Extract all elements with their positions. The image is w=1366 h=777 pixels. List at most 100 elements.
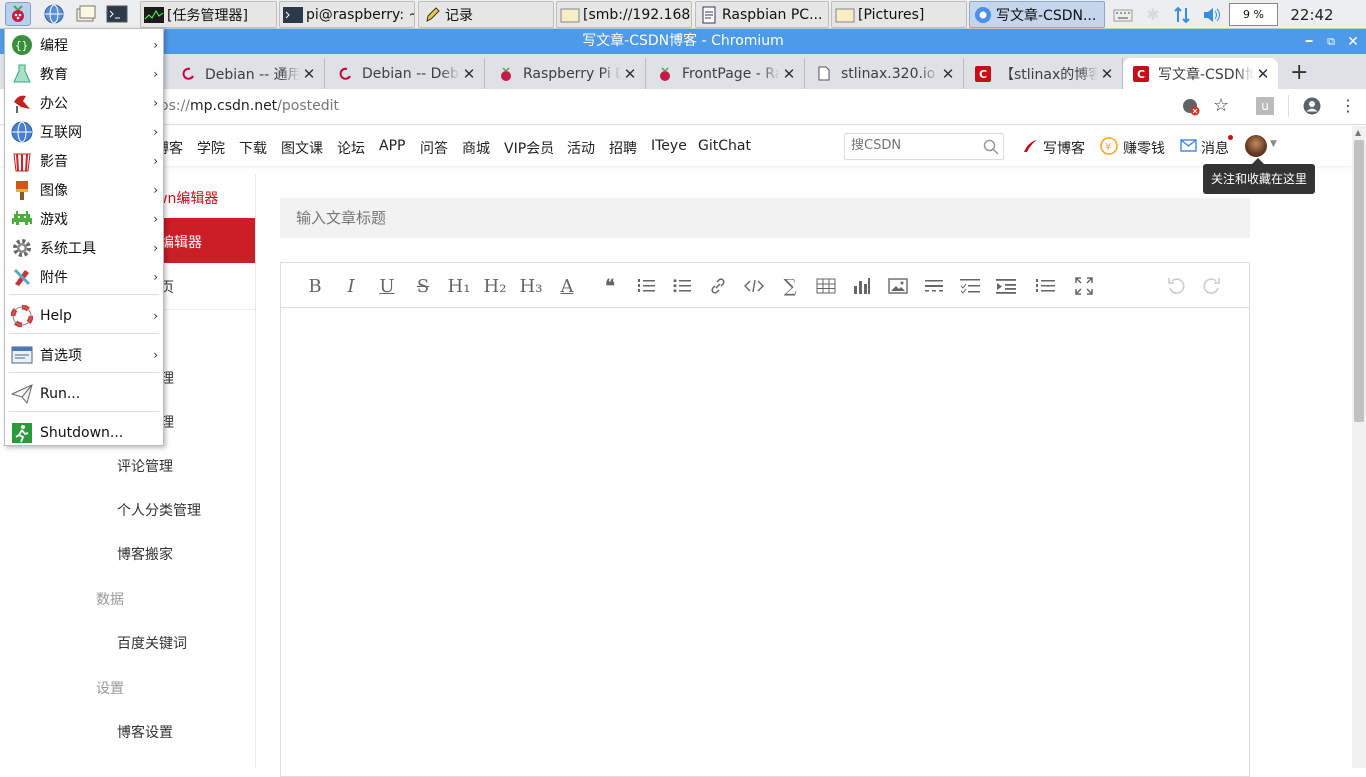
close-tab-icon[interactable]: ✕	[1098, 65, 1116, 83]
tab-debian-general[interactable]: Debian -- 通用操作系统 ✕	[170, 58, 325, 89]
profile-icon[interactable]	[1303, 97, 1321, 119]
new-tab-button[interactable]: +	[1290, 60, 1308, 85]
minimize-icon[interactable]: ━	[1298, 29, 1320, 54]
nav-app[interactable]: APP	[379, 138, 405, 154]
extension-icon[interactable]: u	[1256, 97, 1274, 115]
toc-icon[interactable]	[1034, 275, 1056, 297]
tab-raspberry-docs[interactable]: Raspberry Pi Documentation ✕	[488, 58, 646, 89]
ordered-list-icon[interactable]	[635, 275, 657, 297]
close-window-icon[interactable]: ✕	[1342, 29, 1364, 54]
underline-icon[interactable]: U	[376, 275, 398, 297]
chevron-down-icon[interactable]: ▼	[1270, 139, 1277, 149]
bookmark-star-icon[interactable]: ☆	[1213, 95, 1229, 116]
close-tab-icon[interactable]: ✕	[939, 65, 957, 83]
fullscreen-icon[interactable]	[1073, 275, 1095, 297]
checklist-icon[interactable]	[959, 275, 981, 297]
keyboard-icon[interactable]	[1111, 0, 1135, 29]
clock[interactable]: 22:42	[1284, 0, 1340, 29]
nav-download[interactable]: 下载	[239, 138, 267, 158]
nav-vip[interactable]: VIP会员	[504, 138, 554, 158]
menu-item-accessories[interactable]: 附件 ›	[5, 262, 163, 291]
close-tab-icon[interactable]: ✕	[621, 65, 639, 83]
menu-item-shutdown[interactable]: Shutdown...	[5, 418, 163, 447]
search-icon[interactable]	[983, 139, 999, 155]
menu-item-run[interactable]: Run...	[5, 379, 163, 408]
undo-icon[interactable]	[1165, 275, 1187, 297]
browser-launcher[interactable]	[41, 2, 67, 26]
heading-3-icon[interactable]: H₃	[520, 275, 543, 297]
menu-item-games[interactable]: 游戏 ›	[5, 204, 163, 233]
tab-stlinax-io[interactable]: stlinax.320.io ✕	[806, 58, 964, 89]
strikethrough-icon[interactable]: S	[412, 275, 434, 297]
task-notes[interactable]: 记录	[418, 1, 554, 28]
nav-gitchat[interactable]: GitChat	[698, 138, 751, 154]
scroll-up-arrow-icon[interactable]: ▲	[1355, 128, 1361, 137]
earn-money-link[interactable]: 赚零钱	[1123, 138, 1165, 158]
chart-icon[interactable]	[851, 275, 873, 297]
italic-icon[interactable]: I	[340, 275, 362, 297]
bold-icon[interactable]: B	[304, 275, 326, 297]
file-manager-launcher[interactable]	[73, 2, 99, 26]
menu-item-system-tools[interactable]: 系统工具 ›	[5, 233, 163, 262]
indent-icon[interactable]	[995, 275, 1017, 297]
menu-item-graphics[interactable]: 图像 ›	[5, 175, 163, 204]
editor-content-area[interactable]	[280, 307, 1250, 777]
write-blog-link[interactable]: 写博客	[1043, 138, 1085, 158]
task-smb-folder[interactable]: [smb://192.168...	[556, 1, 692, 28]
nav-jobs[interactable]: 招聘	[609, 138, 637, 158]
task-task-manager[interactable]: [任务管理器]	[140, 1, 277, 28]
sidebar-item-blog-settings[interactable]: 博客设置	[117, 722, 173, 742]
table-icon[interactable]	[815, 275, 837, 297]
task-chromium[interactable]: 写文章-CSDN...	[969, 1, 1105, 28]
messages-link[interactable]: 消息	[1201, 138, 1229, 158]
close-tab-icon[interactable]: ✕	[460, 65, 478, 83]
tab-frontpage[interactable]: FrontPage - Raspbian ✕	[647, 58, 805, 89]
maximize-icon[interactable]: ⧉	[1320, 29, 1342, 54]
font-color-icon[interactable]: A	[556, 275, 578, 297]
search-input[interactable]	[851, 138, 971, 153]
translate-blocked-icon[interactable]	[1182, 98, 1200, 120]
csdn-search-box[interactable]	[844, 133, 1004, 160]
sidebar-item-comments[interactable]: 评论管理	[117, 456, 173, 476]
menu-item-office[interactable]: 办公 ›	[5, 88, 163, 117]
nav-forum[interactable]: 论坛	[337, 138, 365, 158]
bluetooth-icon[interactable]: ✱	[1143, 0, 1163, 29]
nav-qa[interactable]: 问答	[420, 138, 448, 158]
image-icon[interactable]	[887, 275, 909, 297]
menu-item-media[interactable]: 影音 ›	[5, 146, 163, 175]
nav-shop[interactable]: 商城	[462, 138, 490, 158]
nav-academy[interactable]: 学院	[197, 138, 225, 158]
task-pictures[interactable]: [Pictures]	[831, 1, 967, 28]
menu-item-preferences[interactable]: 首选项 ›	[5, 340, 163, 369]
tab-write-article[interactable]: C 写文章-CSDN博客 ✕	[1123, 58, 1278, 89]
sidebar-item-blog-move[interactable]: 博客搬家	[117, 544, 173, 564]
kebab-menu-icon[interactable]: ⋮	[1340, 96, 1356, 115]
tab-debian[interactable]: Debian -- Debian ✕	[327, 58, 485, 89]
volume-icon[interactable]	[1200, 0, 1224, 29]
menu-item-programming[interactable]: {} 编程 ›	[5, 30, 163, 59]
menu-item-internet[interactable]: 互联网 ›	[5, 117, 163, 146]
scrollbar-thumb[interactable]	[1354, 140, 1364, 422]
sidebar-item-markdown-editor[interactable]: wn编辑器	[156, 188, 218, 208]
network-icon[interactable]	[1170, 0, 1194, 29]
sidebar-item-categories[interactable]: 个人分类管理	[117, 500, 201, 520]
redo-icon[interactable]	[1201, 275, 1223, 297]
article-title-input[interactable]: 输入文章标题	[280, 198, 1250, 238]
code-icon[interactable]	[743, 275, 765, 297]
nav-iteye[interactable]: ITeye	[651, 138, 687, 154]
raspberry-menu-button[interactable]	[5, 2, 31, 26]
address-bar[interactable]: os://mp.csdn.net/postedit	[160, 98, 339, 114]
bullet-list-icon[interactable]	[671, 275, 693, 297]
task-document[interactable]: Raspbian PC...	[695, 1, 829, 28]
avatar[interactable]	[1245, 135, 1267, 157]
task-terminal[interactable]: pi@raspberry: ~	[279, 1, 415, 28]
nav-events[interactable]: 活动	[567, 138, 595, 158]
menu-item-education[interactable]: 教育 ›	[5, 59, 163, 88]
tab-stlinax-blog[interactable]: C 【stlinax的博客】 ✕	[965, 58, 1123, 89]
heading-2-icon[interactable]: H₂	[484, 275, 507, 297]
menu-item-help[interactable]: Help ›	[5, 301, 163, 330]
link-icon[interactable]	[707, 275, 729, 297]
formula-sigma-icon[interactable]: ∑	[779, 275, 801, 297]
close-tab-icon[interactable]: ✕	[300, 65, 318, 83]
sidebar-item-baidu-keywords[interactable]: 百度关键词	[117, 633, 187, 653]
